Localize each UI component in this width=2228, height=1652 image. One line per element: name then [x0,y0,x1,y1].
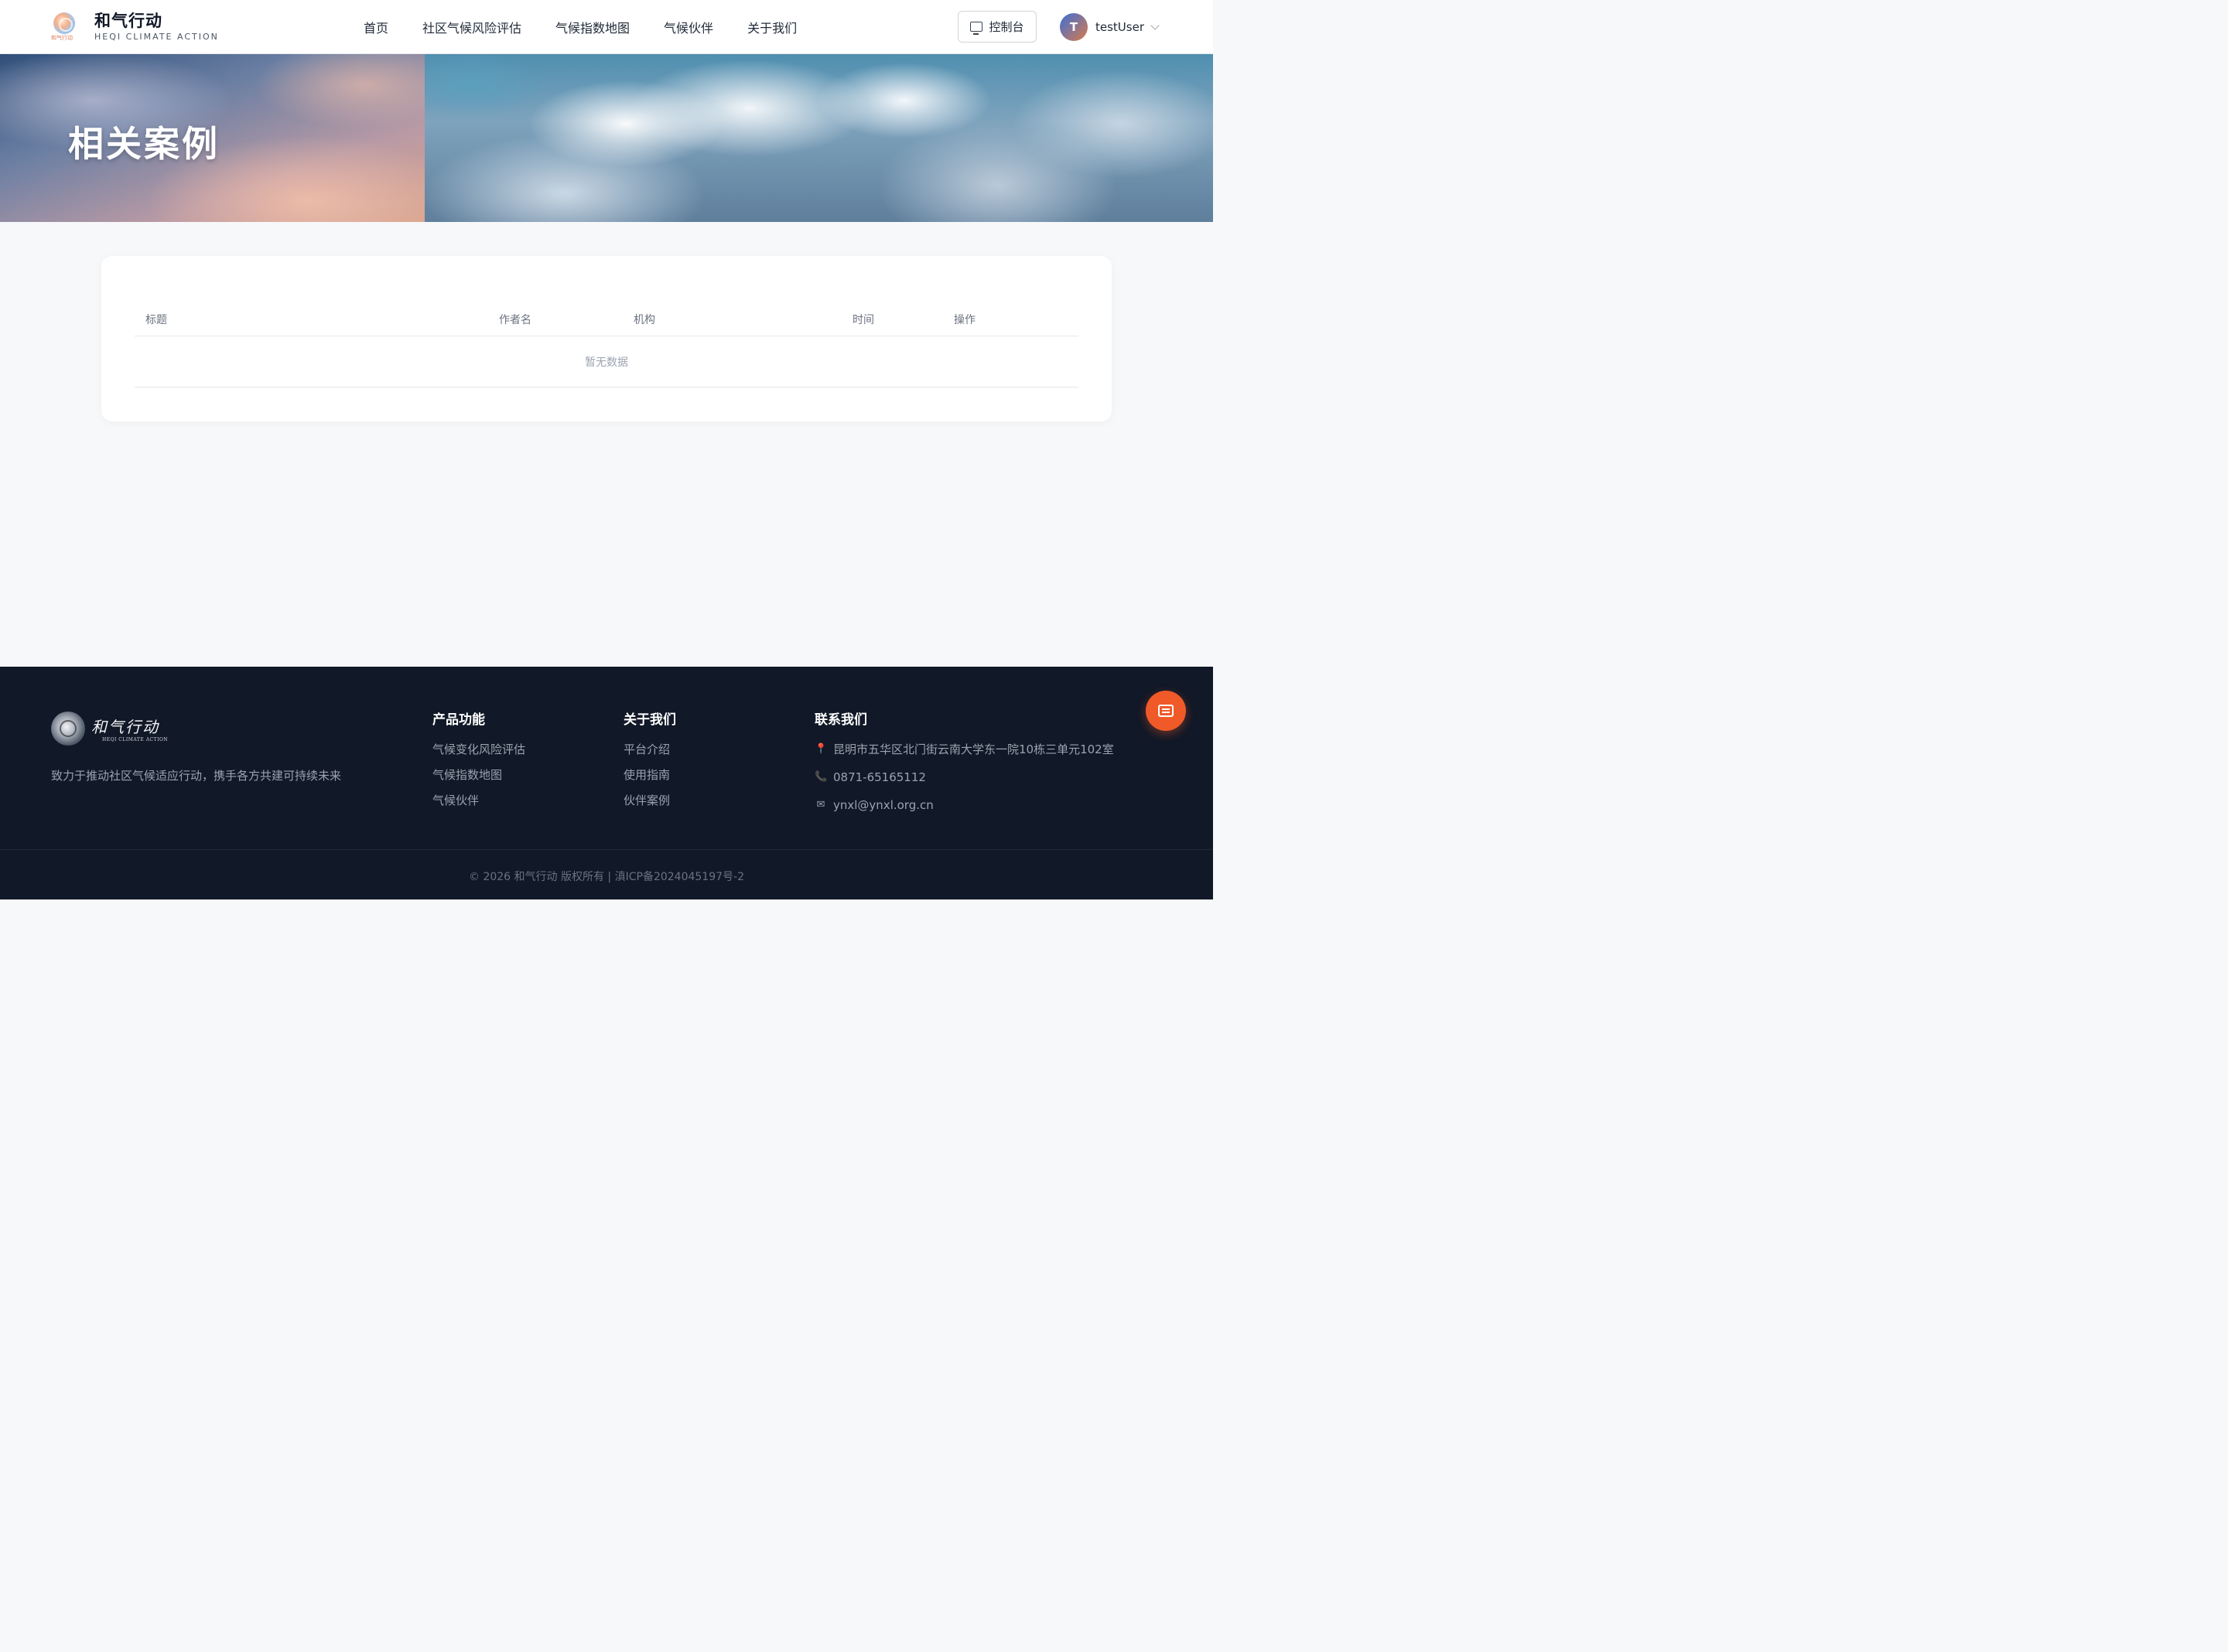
chat-icon [1158,705,1174,717]
email-text[interactable]: ynxl@ynxl.org.cn [833,797,934,813]
chat-button[interactable] [1146,691,1186,731]
top-header: 和气行动 和气行动 HEQI CLIMATE ACTION 首页 社区气候风险评… [0,0,1213,54]
cases-table: 标题 作者名 机构 时间 操作 暂无数据 [135,302,1078,387]
contact-phone: 📞 0871-65165112 [815,770,1114,785]
cases-card: 标题 作者名 机构 时间 操作 暂无数据 [101,256,1112,422]
footer-contact-title: 联系我们 [815,712,867,728]
location-pin-icon: 📍 [815,743,828,755]
main-nav: 首页 社区气候风险评估 气候指数地图 气候伙伴 关于我们 [364,0,831,54]
footer-logo-sub: HEQI CLIMATE ACTION [102,737,169,742]
footer-link-index-map[interactable]: 气候指数地图 [432,767,525,783]
nav-risk-assessment[interactable]: 社区气候风险评估 [422,18,521,36]
address-text: 昆明市五华区北门街云南大学东一院10栋三单元102室 [833,742,1114,756]
email-icon: ✉ [816,799,825,811]
brand-name: 和气行动 [94,11,162,30]
footer-link-platform-intro[interactable]: 平台介绍 [624,742,676,757]
username: testUser [1095,20,1144,34]
footer-link-risk-assessment[interactable]: 气候变化风险评估 [432,742,525,757]
phone-icon: 📞 [815,771,828,783]
brand-subtitle: HEQI CLIMATE ACTION [94,31,219,42]
column-header-organization: 机构 [634,314,655,326]
footer-logo-icon [51,712,85,746]
table-header: 标题 作者名 机构 时间 操作 [135,302,1078,336]
footer-contact-column: 联系我们 📍 昆明市五华区北门街云南大学东一院10栋三单元102室 📞 0871… [815,708,1114,825]
monitor-icon [970,22,983,35]
footer-tagline: 致力于推动社区气候适应行动，携手各方共建可持续未来 [51,769,342,783]
console-button[interactable]: 控制台 [958,11,1037,43]
nav-climate-partners[interactable]: 气候伙伴 [664,18,713,36]
nav-climate-index-map[interactable]: 气候指数地图 [555,18,630,36]
footer-link-partner-cases[interactable]: 伙伴案例 [624,793,676,808]
footer-about-column: 关于我们 平台介绍 使用指南 伙伴案例 [624,708,676,818]
column-header-title: 标题 [145,314,167,326]
nav-about-us[interactable]: 关于我们 [747,18,797,36]
console-label: 控制台 [989,20,1024,34]
nav-home[interactable]: 首页 [364,18,388,36]
avatar: T [1060,13,1088,41]
column-header-author: 作者名 [499,314,531,326]
page-banner: 相关案例 [0,54,1213,222]
logo-tiny-text: 和气行动 [51,35,73,41]
footer-logo-name: 和气行动 [91,718,159,736]
banner-image-right [425,54,1213,222]
contact-address: 📍 昆明市五华区北门街云南大学东一院10栋三单元102室 [815,742,1114,757]
page-title: 相关案例 [68,123,220,165]
column-header-time: 时间 [853,314,874,326]
user-menu[interactable]: T testUser [1060,13,1160,41]
column-header-actions: 操作 [954,314,976,326]
footer-products-column: 产品功能 气候变化风险评估 气候指数地图 气候伙伴 [432,708,525,818]
footer-link-partners[interactable]: 气候伙伴 [432,793,525,808]
footer-logo[interactable]: 和气行动 HEQI CLIMATE ACTION [51,712,168,746]
footer-products-title: 产品功能 [432,712,485,728]
logo-icon: 和气行动 [51,11,79,42]
site-footer: 和气行动 HEQI CLIMATE ACTION 致力于推动社区气候适应行动，携… [0,667,1213,899]
empty-state: 暂无数据 [135,336,1078,387]
copyright-text: © 2026 和气行动 版权所有 | 滇ICP备2024045197号-2 [469,871,744,883]
contact-email: ✉ ynxl@ynxl.org.cn [815,797,1114,813]
phone-text: 0871-65165112 [833,770,926,784]
brand-logo[interactable]: 和气行动 和气行动 HEQI CLIMATE ACTION [51,11,219,42]
footer-link-user-guide[interactable]: 使用指南 [624,767,676,783]
footer-about-title: 关于我们 [624,712,676,728]
footer-divider [0,849,1213,850]
chevron-down-icon [1150,21,1160,30]
